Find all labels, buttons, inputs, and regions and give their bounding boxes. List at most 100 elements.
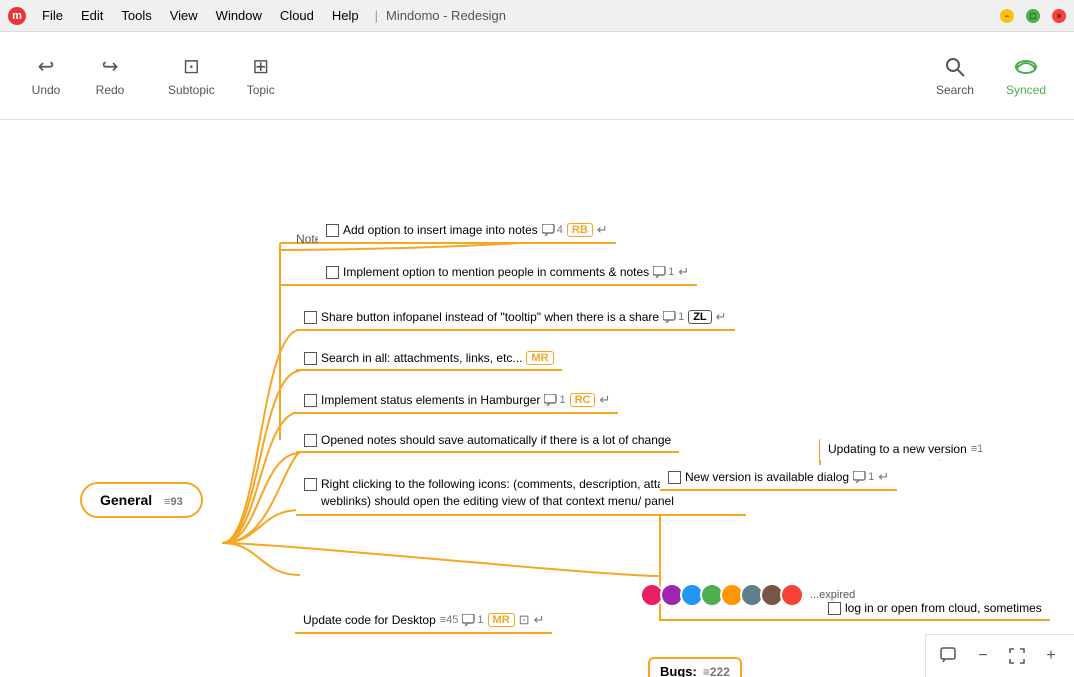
app-icon: m (8, 7, 26, 25)
zoom-out-btn[interactable]: − (968, 641, 998, 671)
link-icon-n2: ↵ (678, 264, 689, 280)
badge-n1: RB (567, 223, 593, 237)
plus-icon: + (1046, 647, 1055, 665)
central-node-box: General ≡93 (80, 482, 203, 518)
expired-label: ...expired (810, 589, 855, 601)
fit-btn[interactable] (1002, 641, 1032, 671)
link-icon-n8: ↵ (878, 469, 889, 485)
node-text-n1: Add option to insert image into notes (343, 223, 538, 237)
link-icon-n5: ↵ (599, 392, 610, 408)
synced-icon (1012, 55, 1040, 79)
canvas: General ≡93 Notes/Comments editor Add op… (0, 120, 1074, 677)
topic-button[interactable]: ⊞ Topic (231, 46, 291, 105)
bugs-count: ≡222 (703, 665, 730, 677)
subtopic-icon: ⊡ (183, 54, 200, 79)
fit-icon (1008, 647, 1026, 665)
avatar-8 (780, 583, 804, 607)
minus-icon: − (978, 647, 987, 665)
maximize-button[interactable]: □ (1026, 9, 1040, 23)
redo-icon: ↪ (102, 54, 119, 79)
checkbox-n7[interactable] (304, 478, 317, 491)
link-icon-update2: ↵ (534, 612, 545, 628)
node-updating[interactable]: Updating to a new version ≡1 (820, 438, 991, 460)
node-search-all[interactable]: Search in all: attachments, links, etc..… (296, 347, 562, 371)
node-text-n2: Implement option to mention people in co… (343, 265, 649, 279)
subtopic-button[interactable]: ⊡ Subtopic (156, 46, 227, 105)
minimize-button[interactable]: − (1000, 9, 1014, 23)
search-label: Search (936, 83, 974, 97)
title-bar-left: m File Edit Tools View Window Cloud Help… (8, 6, 506, 25)
topic-icon: ⊞ (252, 54, 269, 79)
topic-label: Topic (247, 83, 275, 97)
node-text-update: Update code for Desktop (303, 613, 436, 627)
search-icon (943, 55, 967, 79)
node-text-n5: Implement status elements in Hamburger (321, 393, 540, 407)
toolbar-group-history: ↩ Undo ↪ Redo (16, 46, 140, 105)
comment-icon-update: 1 (462, 614, 483, 626)
checkbox-n1[interactable] (326, 224, 339, 237)
avatar-cluster: ...expired (640, 583, 855, 607)
menu-window[interactable]: Window (208, 6, 270, 25)
zoom-in-btn[interactable]: + (1036, 641, 1066, 671)
central-node-label: General (100, 492, 152, 508)
synced-label: Synced (1006, 83, 1046, 97)
comment-icon-n3: 1 (663, 311, 684, 323)
checkbox-n8[interactable] (668, 471, 681, 484)
undo-icon: ↩ (38, 54, 55, 79)
bottom-toolbar: − + (925, 634, 1074, 677)
node-text-n10: Updating to a new version (828, 442, 967, 456)
bugs-node[interactable]: Bugs: ≡222 (648, 657, 742, 677)
comment-icon (940, 647, 958, 665)
menu-edit[interactable]: Edit (73, 6, 111, 25)
comment-icon-n1: 4 (542, 224, 563, 236)
comment-icon-n2: 1 (653, 266, 674, 278)
node-save-notes[interactable]: Opened notes should save automatically i… (296, 429, 679, 453)
menu-view[interactable]: View (162, 6, 206, 25)
synced-button[interactable]: Synced (994, 47, 1058, 105)
link-icon-n1: ↵ (597, 222, 608, 238)
title-bar: m File Edit Tools View Window Cloud Help… (0, 0, 1074, 32)
link-icon-n3: ↵ (716, 309, 727, 325)
badge-n4: MR (526, 351, 553, 365)
toolbar-right: Search Synced (924, 47, 1058, 105)
search-button[interactable]: Search (924, 47, 986, 105)
window-title: Mindomo - Redesign (386, 8, 506, 23)
menu-tools[interactable]: Tools (113, 6, 159, 25)
menu-bar: File Edit Tools View Window Cloud Help (34, 6, 367, 25)
node-new-version[interactable]: New version is available dialog 1 ↵ (660, 465, 897, 491)
badge-n5: RC (570, 393, 596, 407)
title-separator: | (375, 8, 378, 23)
central-node[interactable]: General ≡93 (80, 482, 203, 518)
comment-icon-n5: 1 (544, 394, 565, 406)
redo-button[interactable]: ↪ Redo (80, 46, 140, 105)
update-count: ≡45 (440, 614, 459, 626)
redo-label: Redo (96, 83, 125, 97)
node-text-n4: Search in all: attachments, links, etc..… (321, 351, 522, 365)
comment-btn[interactable] (934, 641, 964, 671)
undo-label: Undo (32, 83, 61, 97)
checkbox-n6[interactable] (304, 434, 317, 447)
checkbox-n3[interactable] (304, 311, 317, 324)
checkbox-n5[interactable] (304, 394, 317, 407)
undo-button[interactable]: ↩ Undo (16, 46, 76, 105)
close-button[interactable]: × (1052, 9, 1066, 23)
bugs-label: Bugs: (660, 664, 697, 677)
node-status[interactable]: Implement status elements in Hamburger 1… (296, 388, 618, 414)
node-add-option[interactable]: Add option to insert image into notes 4 … (318, 218, 616, 244)
toolbar: ↩ Undo ↪ Redo ⊡ Subtopic ⊞ Topic Search (0, 32, 1074, 120)
badge-update: MR (488, 613, 515, 627)
link-icon-update: ⊡ (519, 612, 530, 628)
comment-icon-n8: 1 (853, 471, 874, 483)
central-node-count: ≡93 (164, 496, 183, 508)
node-text-n6: Opened notes should save automatically i… (321, 433, 671, 447)
menu-file[interactable]: File (34, 6, 71, 25)
checkbox-n2[interactable] (326, 266, 339, 279)
menu-cloud[interactable]: Cloud (272, 6, 322, 25)
subtopic-label: Subtopic (168, 83, 215, 97)
node-share[interactable]: Share button infopanel instead of "toolt… (296, 305, 735, 331)
checkbox-n4[interactable] (304, 352, 317, 365)
node-update-desktop[interactable]: Update code for Desktop ≡45 1 MR ⊡ ↵ (295, 608, 552, 634)
node-mention[interactable]: Implement option to mention people in co… (318, 260, 697, 286)
menu-help[interactable]: Help (324, 6, 367, 25)
node-count-n10: ≡1 (971, 443, 984, 455)
